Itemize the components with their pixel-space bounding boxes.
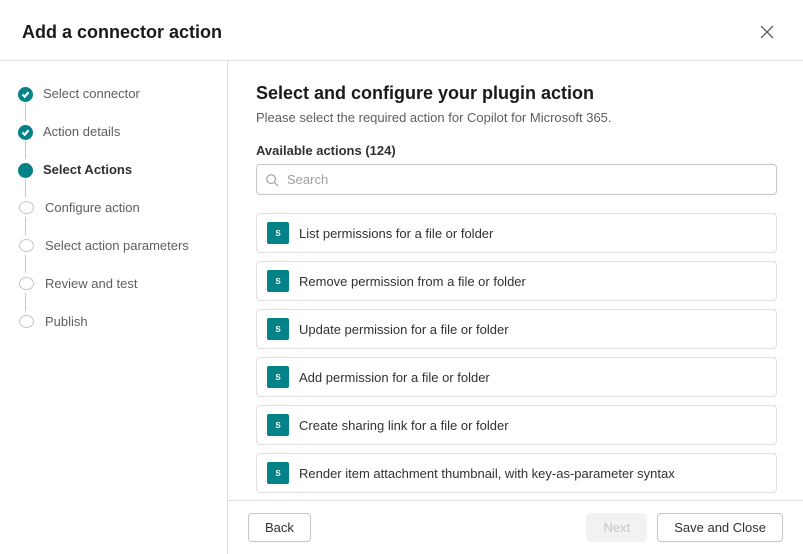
action-label: List permissions for a file or folder <box>299 226 493 241</box>
sharepoint-icon: S <box>267 222 289 244</box>
sharepoint-icon: S <box>267 270 289 292</box>
step-action-details[interactable]: Action details <box>18 123 217 161</box>
step-connector-line <box>25 103 26 121</box>
page-subtitle: Please select the required action for Co… <box>256 110 777 125</box>
action-label: Create sharing link for a file or folder <box>299 418 509 433</box>
step-label: Review and test <box>45 275 138 293</box>
action-label: Add permission for a file or folder <box>299 370 490 385</box>
close-button[interactable] <box>753 18 781 46</box>
dialog-window: Add a connector action Select connector <box>0 0 803 554</box>
step-dot-pending <box>19 277 34 290</box>
sharepoint-icon: S <box>267 366 289 388</box>
back-button[interactable]: Back <box>248 513 311 542</box>
available-actions-label: Available actions (124) <box>256 143 777 158</box>
action-list: S List permissions for a file or folder … <box>256 213 777 500</box>
step-label: Publish <box>45 313 88 331</box>
dialog-footer: Back Next Save and Close <box>228 500 803 554</box>
action-item[interactable]: S Create sharing link for a file or fold… <box>256 405 777 445</box>
step-label: Select Actions <box>43 161 132 179</box>
search-input[interactable] <box>256 164 777 195</box>
action-item[interactable]: S Update permission for a file or folder <box>256 309 777 349</box>
step-dot-current <box>18 163 33 178</box>
step-label: Action details <box>43 123 120 141</box>
check-icon <box>21 128 30 137</box>
step-label: Select connector <box>43 85 140 103</box>
action-label: Update permission for a file or folder <box>299 322 509 337</box>
step-dot-done <box>18 87 33 102</box>
action-item[interactable]: S List permissions for a file or folder <box>256 213 777 253</box>
step-dot-pending <box>19 315 34 328</box>
step-connector-line <box>25 141 26 159</box>
main-panel: Select and configure your plugin action … <box>228 61 803 554</box>
step-connector-line <box>25 255 26 273</box>
wizard-steps: Select connector Action details Select A… <box>18 85 217 331</box>
step-dot-pending <box>19 239 34 252</box>
main-content: Select and configure your plugin action … <box>228 61 803 500</box>
dialog-body: Select connector Action details Select A… <box>0 61 803 554</box>
step-publish[interactable]: Publish <box>18 313 217 331</box>
step-select-connector[interactable]: Select connector <box>18 85 217 123</box>
wizard-sidebar: Select connector Action details Select A… <box>0 61 228 554</box>
sharepoint-icon: S <box>267 462 289 484</box>
step-connector-line <box>25 179 26 197</box>
step-connector-line <box>25 293 26 311</box>
page-title: Select and configure your plugin action <box>256 83 777 104</box>
action-label: Remove permission from a file or folder <box>299 274 526 289</box>
action-label: Render item attachment thumbnail, with k… <box>299 466 675 481</box>
dialog-title: Add a connector action <box>22 22 222 43</box>
action-item[interactable]: S Remove permission from a file or folde… <box>256 261 777 301</box>
save-and-close-button[interactable]: Save and Close <box>657 513 783 542</box>
action-item[interactable]: S Render item attachment thumbnail, with… <box>256 453 777 493</box>
dialog-header: Add a connector action <box>0 0 803 61</box>
step-label: Configure action <box>45 199 140 217</box>
step-select-action-parameters[interactable]: Select action parameters <box>18 237 217 275</box>
search-icon <box>265 173 279 187</box>
sharepoint-icon: S <box>267 318 289 340</box>
step-dot-pending <box>19 201 34 214</box>
search-wrap <box>256 164 777 195</box>
step-connector-line <box>25 217 26 235</box>
sharepoint-icon: S <box>267 414 289 436</box>
check-icon <box>21 90 30 99</box>
step-label: Select action parameters <box>45 237 189 255</box>
step-review-and-test[interactable]: Review and test <box>18 275 217 313</box>
action-item[interactable]: S Add permission for a file or folder <box>256 357 777 397</box>
step-dot-done <box>18 125 33 140</box>
step-configure-action[interactable]: Configure action <box>18 199 217 237</box>
close-icon <box>760 25 774 39</box>
next-button[interactable]: Next <box>586 513 647 542</box>
step-select-actions[interactable]: Select Actions <box>18 161 217 199</box>
